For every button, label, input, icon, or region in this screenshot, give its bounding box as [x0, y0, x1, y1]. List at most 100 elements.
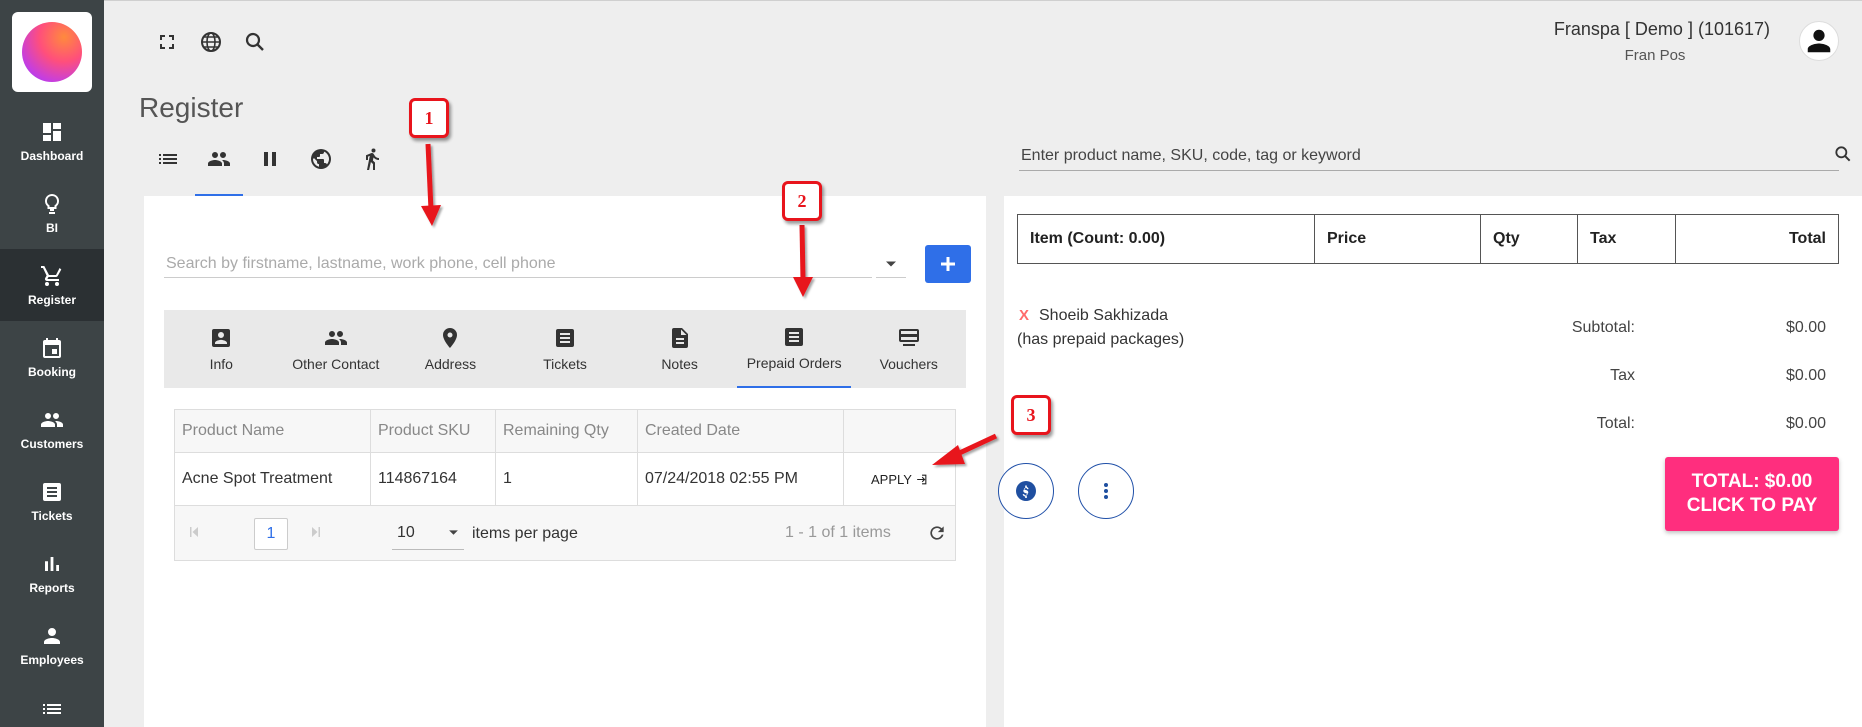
people-icon	[41, 412, 63, 427]
refresh-icon[interactable]	[927, 523, 947, 543]
last-page-icon[interactable]	[307, 523, 325, 541]
lightbulb-icon	[44, 193, 60, 214]
sidebar-item-label: Customers	[20, 436, 84, 451]
cart-panel: Item (Count: 0.00) Price Qty Tax Total X…	[998, 196, 1862, 727]
tab-prepaid-orders[interactable]: Prepaid Orders	[736, 310, 852, 388]
search-icon[interactable]	[243, 30, 267, 54]
sidebar-item-dashboard[interactable]: Dashboard	[0, 105, 104, 177]
remove-customer-button[interactable]: X	[1019, 307, 1029, 324]
fullscreen-icon[interactable]	[155, 30, 179, 54]
tax-label: Tax	[1610, 367, 1635, 384]
sidebar-item-reports[interactable]: Reports	[0, 537, 104, 609]
subtotal-label: Subtotal:	[1571, 319, 1635, 336]
account-name: Franspa [ Demo ] (101617)	[1553, 19, 1770, 39]
column-header[interactable]: Product SKU	[371, 410, 496, 452]
more-options-button[interactable]	[1078, 463, 1134, 519]
column-header[interactable]: Remaining Qty	[496, 410, 638, 452]
product-name-cell: Acne Spot Treatment	[175, 453, 371, 505]
bar-chart-icon	[45, 556, 59, 571]
people-icon	[324, 331, 347, 345]
column-header: Price	[1315, 215, 1481, 263]
avatar[interactable]	[1799, 21, 1839, 61]
add-customer-button[interactable]	[925, 245, 971, 283]
page-number-button[interactable]: 1	[254, 518, 288, 550]
search-icon[interactable]	[1833, 144, 1853, 164]
tab-list[interactable]	[144, 139, 192, 197]
sidebar-item-bi[interactable]: BI	[0, 177, 104, 249]
pay-button[interactable]: TOTAL: $0.00 CLICK TO PAY	[1665, 457, 1839, 531]
cart-customer-note: (has prepaid packages)	[1017, 331, 1185, 348]
tab-label: Tickets	[543, 356, 587, 372]
person-icon	[44, 627, 60, 644]
column-header: Qty	[1481, 215, 1578, 263]
sidebar-item-label: Register	[27, 292, 77, 307]
column-header	[844, 410, 955, 452]
user-icon	[1807, 29, 1831, 53]
column-header: Tax	[1578, 215, 1676, 263]
exit-icon	[917, 474, 927, 484]
tab-address[interactable]: Address	[393, 310, 508, 388]
customer-search-input[interactable]	[164, 250, 872, 278]
apply-button[interactable]: APPLY	[871, 472, 928, 487]
first-page-icon[interactable]	[185, 523, 203, 541]
tab-customers[interactable]	[195, 139, 243, 197]
tab-tickets[interactable]: Tickets	[508, 310, 623, 388]
sidebar-item-register[interactable]: Register	[0, 249, 104, 321]
annotation-callout-3: 3	[1011, 395, 1051, 435]
chevron-down-icon	[886, 261, 896, 266]
calendar-icon	[43, 337, 61, 358]
note-icon	[671, 328, 688, 348]
tab-vouchers[interactable]: Vouchers	[851, 310, 966, 388]
payment-button[interactable]	[998, 463, 1054, 519]
tax-value: $0.00	[1785, 367, 1826, 384]
globe-icon[interactable]	[199, 30, 223, 54]
pay-cta-label: CLICK TO PAY	[1686, 495, 1818, 516]
page-size-value: 10	[397, 523, 415, 541]
tab-info[interactable]: Info	[164, 310, 279, 388]
sidebar-item-more[interactable]	[0, 681, 104, 727]
sidebar: Dashboard BI Register Booking Customers …	[0, 0, 104, 727]
tab-walk-in[interactable]	[348, 139, 396, 197]
customer-dropdown[interactable]	[876, 250, 906, 278]
sidebar-item-label: Tickets	[31, 508, 73, 523]
product-search-input[interactable]	[1019, 141, 1839, 171]
page-title: Register	[139, 92, 244, 123]
column-header[interactable]: Product Name	[175, 410, 371, 452]
pay-total-label: TOTAL: $0.00	[1691, 471, 1813, 492]
page-size-select[interactable]: 10	[392, 516, 464, 550]
tab-label: Prepaid Orders	[746, 355, 842, 371]
sidebar-item-label: Booking	[28, 364, 76, 379]
items-per-page-label: items per page	[472, 525, 578, 542]
customer-detail-tabs: Info Other Contact Address Tickets Notes…	[164, 310, 966, 388]
globe-icon	[311, 149, 331, 169]
annotation-callout-1: 1	[409, 98, 449, 138]
tab-label: Vouchers	[879, 356, 938, 372]
sidebar-item-booking[interactable]: Booking	[0, 321, 104, 393]
people-icon	[208, 152, 230, 166]
dollar-icon	[1016, 481, 1036, 501]
items-range: 1 - 1 of 1 items	[785, 524, 891, 541]
cart-icon	[41, 265, 62, 286]
card-icon	[898, 329, 919, 346]
sidebar-item-tickets[interactable]: Tickets	[0, 465, 104, 537]
tab-notes[interactable]: Notes	[622, 310, 737, 388]
tab-other-contact[interactable]: Other Contact	[279, 310, 394, 388]
logo[interactable]	[12, 12, 92, 92]
column-header: Total	[1788, 230, 1826, 247]
created-date-cell: 07/24/2018 02:55 PM	[638, 453, 844, 505]
receipt-icon	[785, 328, 804, 346]
sidebar-item-label: BI	[46, 220, 58, 235]
walk-icon	[366, 148, 379, 170]
column-header[interactable]: Created Date	[638, 410, 844, 452]
tab-online[interactable]	[297, 139, 345, 197]
plus-icon	[941, 257, 955, 271]
customer-panel: Info Other Contact Address Tickets Notes…	[144, 196, 986, 727]
tab-label: Notes	[661, 356, 698, 372]
pin-icon	[443, 328, 458, 348]
tab-hold[interactable]	[246, 139, 294, 197]
column-header: Item (Count: 0.00)	[1018, 215, 1315, 263]
chevron-down-icon	[449, 530, 458, 535]
sidebar-item-customers[interactable]: Customers	[0, 393, 104, 465]
sidebar-item-employees[interactable]: Employees	[0, 609, 104, 681]
remaining-qty-cell: 1	[496, 453, 638, 505]
